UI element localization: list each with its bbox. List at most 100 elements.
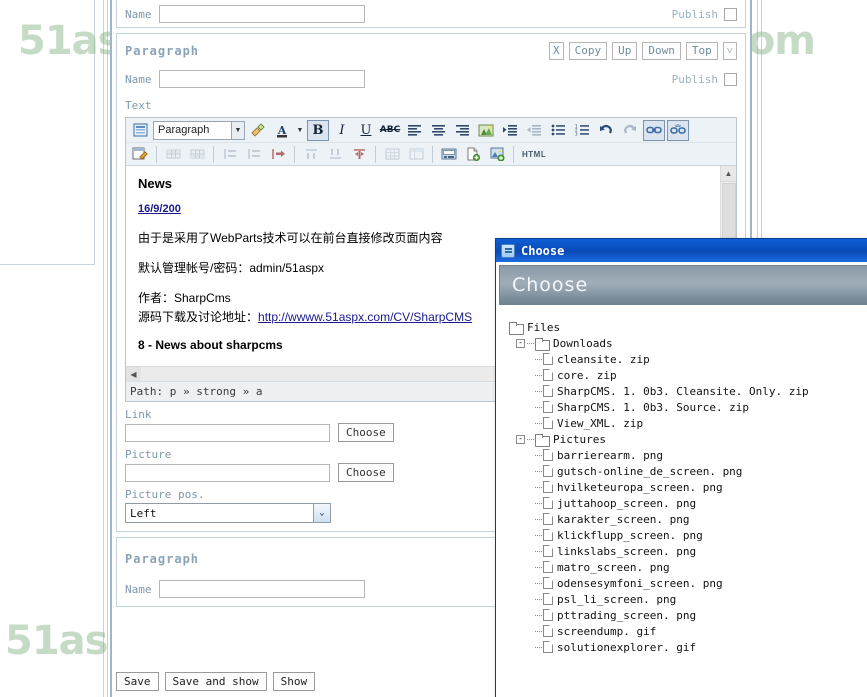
tree-file-node[interactable]: core. zip [509, 367, 867, 383]
col-insert-icon[interactable] [300, 144, 322, 165]
redo-icon[interactable] [619, 120, 641, 141]
paragraph-top-button[interactable]: Top [685, 42, 718, 60]
file-tree: Files - Downloads cleansite. zip core. z… [509, 319, 867, 655]
paragraph-name-input[interactable] [159, 70, 365, 88]
edit-table-icon[interactable] [129, 144, 151, 165]
html-source-button[interactable]: HTML [519, 150, 549, 159]
chevron-down-icon[interactable]: ⌄ [313, 504, 330, 522]
new-document-icon[interactable] [462, 144, 484, 165]
save-and-show-button[interactable]: Save and show [164, 672, 267, 691]
tree-file-node[interactable]: juttahoop_screen. png [509, 495, 867, 511]
cleanup-brush-icon[interactable] [247, 120, 269, 141]
col-delete-icon[interactable] [324, 144, 346, 165]
tree-file-label: solutionexplorer. gif [557, 640, 697, 654]
choose-dialog[interactable]: Choose Choose Files - Downloads cleansit… [495, 238, 867, 697]
align-left-icon[interactable] [403, 120, 425, 141]
tree-file-node[interactable]: karakter_screen. png [509, 511, 867, 527]
strikethrough-icon[interactable]: ABC [379, 120, 401, 141]
paragraph-copy-button[interactable]: Copy [568, 42, 608, 60]
bottom-name-label: Name [125, 582, 152, 596]
dialog-header-text: Choose [512, 274, 589, 296]
picture-input[interactable] [125, 463, 330, 482]
editor-date-link[interactable]: 16/9/200 [138, 203, 708, 215]
insert-picture-icon[interactable] [486, 144, 508, 165]
italic-icon[interactable]: I [331, 120, 353, 141]
align-right-icon[interactable] [451, 120, 473, 141]
tree-group-downloads[interactable]: - Downloads [509, 335, 867, 351]
editor-heading: News [138, 176, 172, 191]
format-select[interactable]: Paragraph ▼ [153, 120, 245, 140]
table-grid-icon[interactable] [381, 144, 403, 165]
row-props-icon[interactable] [219, 144, 241, 165]
file-icon [543, 417, 553, 429]
cell-props-icon[interactable] [243, 144, 265, 165]
link-choose-button[interactable]: Choose [338, 423, 394, 442]
tree-file-node[interactable]: SharpCMS. 1. 0b3. Source. zip [509, 399, 867, 415]
insert-row-icon[interactable] [162, 144, 184, 165]
publish-checkbox[interactable] [724, 7, 737, 21]
tree-file-node[interactable]: cleansite. zip [509, 351, 867, 367]
editor-source-link[interactable]: http://wwww.51aspx.com/CV/SharpCMS [258, 310, 472, 324]
indent-icon[interactable] [499, 120, 521, 141]
unlink-icon[interactable] [667, 119, 689, 141]
paragraph-up-button[interactable]: Up [612, 42, 638, 60]
picture-pos-value: Left [130, 506, 157, 520]
bullet-list-icon[interactable] [547, 120, 569, 141]
paragraph-more-button[interactable]: ˅ [722, 42, 737, 60]
picture-pos-select[interactable]: Left ⌄ [125, 503, 331, 523]
paragraph-publish-checkbox[interactable] [724, 72, 737, 86]
expander-icon[interactable]: - [516, 434, 525, 444]
insert-image-icon[interactable] [475, 120, 497, 141]
link-input[interactable] [125, 423, 330, 442]
delete-row-icon[interactable] [186, 144, 208, 165]
save-button[interactable]: Save [116, 672, 159, 691]
chevron-down-icon[interactable]: ▼ [231, 121, 244, 139]
tree-file-node[interactable]: psl_li_screen. png [509, 591, 867, 607]
tree-group-pictures[interactable]: - Pictures [509, 431, 867, 447]
bold-icon[interactable]: B [307, 119, 329, 141]
show-button[interactable]: Show [272, 672, 316, 691]
outdent-icon[interactable] [523, 120, 545, 141]
tree-connector [535, 358, 542, 360]
font-color-icon[interactable]: A [271, 120, 293, 141]
tree-file-node[interactable]: pttrading_screen. png [509, 607, 867, 623]
table-props-icon[interactable] [405, 144, 427, 165]
picture-choose-button[interactable]: Choose [338, 463, 394, 482]
scroll-left-arrow-icon[interactable]: ◀ [126, 366, 141, 382]
expander-icon[interactable]: - [516, 338, 525, 348]
tree-file-label: matro_screen. png [557, 560, 670, 574]
insert-link-icon[interactable] [643, 119, 665, 141]
scroll-up-arrow-icon[interactable]: ▲ [721, 166, 736, 182]
tree-file-node[interactable]: barrierearm. png [509, 447, 867, 463]
tree-file-node[interactable]: gutsch-online_de_screen. png [509, 463, 867, 479]
tree-file-node[interactable]: klickflupp_screen. png [509, 527, 867, 543]
paragraph-down-button[interactable]: Down [642, 42, 681, 60]
tree-file-node[interactable]: matro_screen. png [509, 559, 867, 575]
tree-file-node[interactable]: odensesymfoni_screen. png [509, 575, 867, 591]
font-color-dropdown-icon[interactable]: ▼ [295, 120, 305, 141]
merge-cells-icon[interactable] [267, 144, 289, 165]
numbered-list-icon[interactable]: 123 [571, 120, 593, 141]
bottom-name-input[interactable] [159, 580, 365, 598]
split-cell-icon[interactable] [348, 144, 370, 165]
underline-icon[interactable]: U [355, 120, 377, 141]
undo-icon[interactable] [595, 120, 617, 141]
tree-file-node[interactable]: screendump. gif [509, 623, 867, 639]
align-center-icon[interactable] [427, 120, 449, 141]
tree-file-node[interactable]: solutionexplorer. gif [509, 639, 867, 655]
name-label: Name [125, 7, 152, 21]
file-icon [543, 449, 553, 461]
name-input[interactable] [159, 5, 365, 23]
tree-file-label: gutsch-online_de_screen. png [557, 464, 743, 478]
dialog-titlebar[interactable]: Choose [496, 239, 867, 262]
tree-file-node[interactable]: View_XML. zip [509, 415, 867, 431]
tree-root-node[interactable]: Files [509, 319, 867, 335]
tree-file-label: SharpCMS. 1. 0b3. Source. zip [557, 400, 750, 414]
tree-file-node[interactable]: linkslabs_screen. png [509, 543, 867, 559]
tree-file-node[interactable]: hvilketeuropa_screen. png [509, 479, 867, 495]
source-view-icon[interactable] [129, 120, 151, 141]
save-bar: Save Save and show Show [116, 672, 316, 691]
insert-media-icon[interactable] [438, 144, 460, 165]
paragraph-delete-button[interactable]: X [549, 42, 564, 60]
tree-file-node[interactable]: SharpCMS. 1. 0b3. Cleansite. Only. zip [509, 383, 867, 399]
